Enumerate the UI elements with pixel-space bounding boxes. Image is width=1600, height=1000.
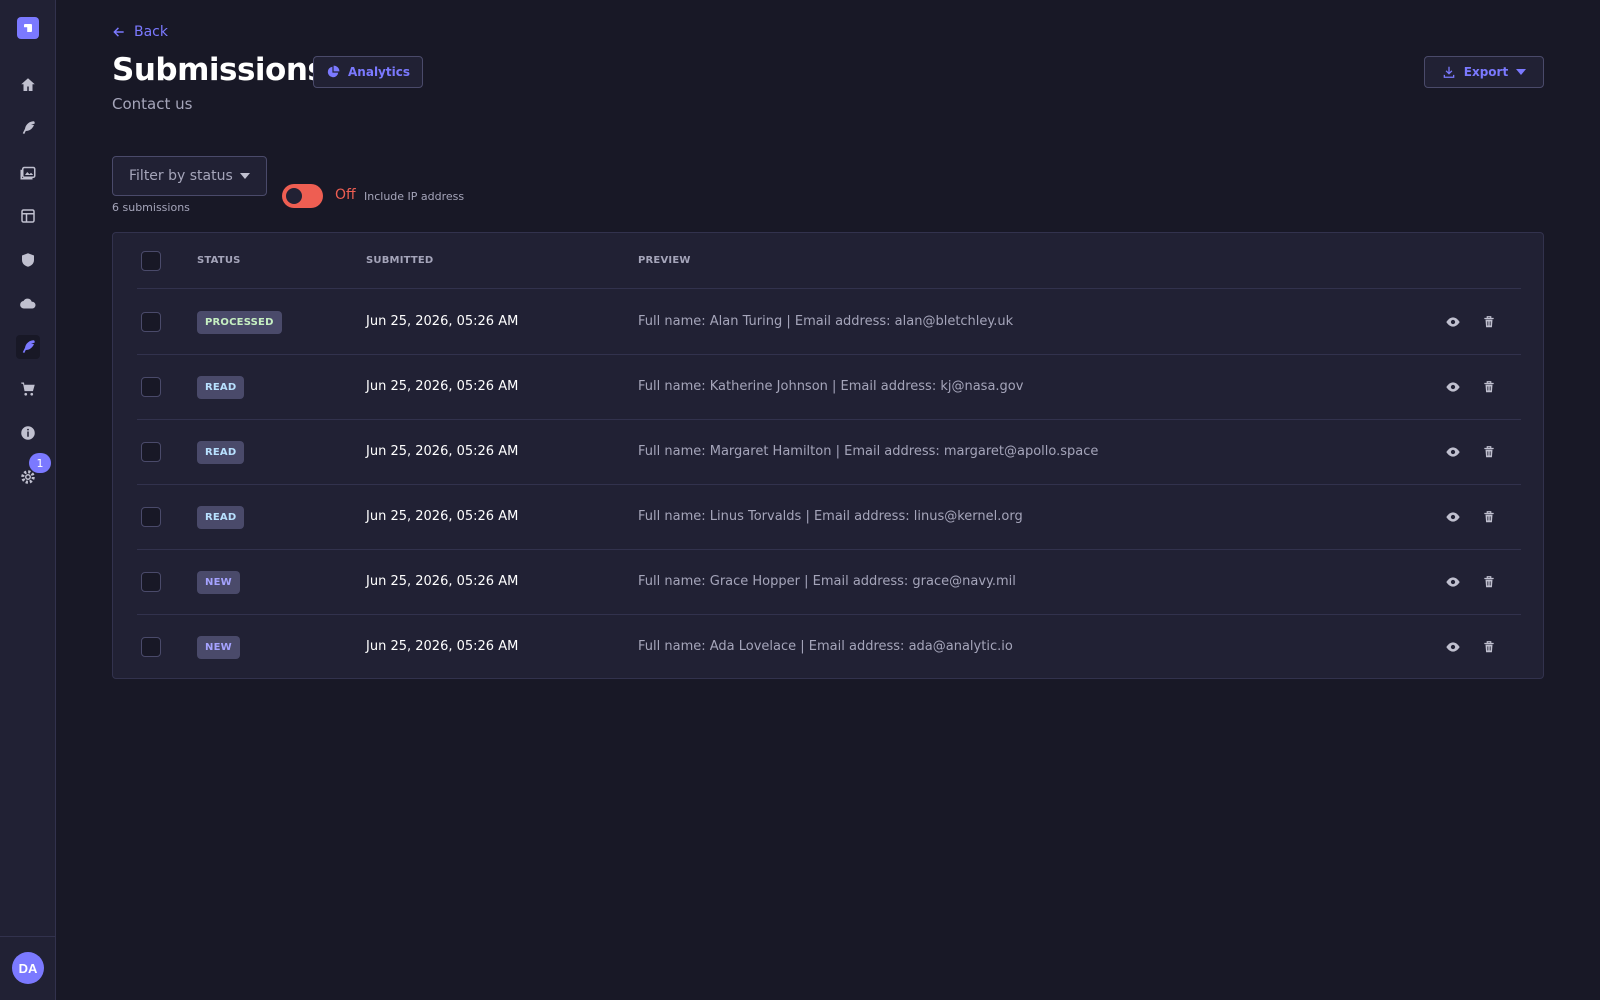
view-icon[interactable] xyxy=(1443,507,1463,527)
table-row[interactable]: READ Jun 25, 2026, 05:26 AM Full name: Lin… xyxy=(137,485,1521,550)
delete-icon[interactable] xyxy=(1479,637,1499,657)
submission-count: 6 submissions xyxy=(112,201,190,214)
submitted-date: Jun 25, 2026, 05:26 AM xyxy=(366,444,519,459)
home-icon[interactable] xyxy=(16,73,40,97)
export-button[interactable]: Export xyxy=(1424,56,1544,88)
sidebar-divider xyxy=(0,936,55,937)
status-badge: NEW xyxy=(197,571,240,594)
shield-icon[interactable] xyxy=(16,248,40,272)
cart-icon[interactable] xyxy=(16,377,40,401)
app-logo[interactable] xyxy=(17,17,39,39)
select-all-checkbox[interactable] xyxy=(141,251,161,271)
view-icon[interactable] xyxy=(1443,637,1463,657)
submission-preview: Full name: Linus Torvalds | Email addres… xyxy=(638,509,1023,524)
page-title: Submissions xyxy=(112,52,326,88)
arrow-left-icon xyxy=(113,27,124,37)
status-badge: NEW xyxy=(197,636,240,659)
view-icon[interactable] xyxy=(1443,377,1463,397)
info-icon[interactable] xyxy=(16,421,40,445)
avatar[interactable]: DA xyxy=(12,952,44,984)
table-header: STATUS SUBMITTED PREVIEW xyxy=(137,233,1521,289)
back-label: Back xyxy=(134,24,168,40)
cloud-icon[interactable] xyxy=(16,292,40,316)
view-icon[interactable] xyxy=(1443,572,1463,592)
main-sidebar: 1 DA xyxy=(0,0,56,1000)
submission-preview: Full name: Ada Lovelace | Email address:… xyxy=(638,639,1013,654)
media-library-icon[interactable] xyxy=(16,160,40,184)
submission-preview: Full name: Grace Hopper | Email address:… xyxy=(638,574,1016,589)
submitted-date: Jun 25, 2026, 05:26 AM xyxy=(366,639,519,654)
notification-badge: 1 xyxy=(29,453,51,473)
status-badge: PROCESSED xyxy=(197,311,282,334)
row-checkbox[interactable] xyxy=(141,572,161,592)
table-row[interactable]: READ Jun 25, 2026, 05:26 AM Full name: Mar… xyxy=(137,420,1521,485)
chevron-down-icon xyxy=(1516,69,1527,75)
export-label: Export xyxy=(1463,65,1509,79)
forms-icon[interactable] xyxy=(16,335,40,359)
submitted-date: Jun 25, 2026, 05:26 AM xyxy=(366,314,519,329)
status-filter-placeholder: Filter by status xyxy=(129,168,233,184)
feather-icon[interactable] xyxy=(16,116,40,140)
status-filter-select[interactable]: Filter by status xyxy=(112,156,267,196)
pie-chart-icon xyxy=(327,65,340,78)
view-icon[interactable] xyxy=(1443,442,1463,462)
submissions-table: STATUS SUBMITTED PREVIEW PROCESSED Jun 25… xyxy=(112,232,1544,679)
column-header-status[interactable]: STATUS xyxy=(197,255,241,266)
page-subtitle: Contact us xyxy=(112,95,193,113)
submitted-date: Jun 25, 2026, 05:26 AM xyxy=(366,574,519,589)
submission-preview: Full name: Margaret Hamilton | Email add… xyxy=(638,444,1099,459)
toggle-description: Include IP address xyxy=(364,190,465,203)
table-row[interactable]: NEW Jun 25, 2026, 05:26 AM Full name: Ada … xyxy=(137,615,1521,680)
download-icon xyxy=(1443,66,1455,78)
submitted-date: Jun 25, 2026, 05:26 AM xyxy=(366,379,519,394)
status-badge: READ xyxy=(197,506,245,529)
delete-icon[interactable] xyxy=(1479,507,1499,527)
row-checkbox[interactable] xyxy=(141,442,161,462)
toggle-state-label: Off xyxy=(335,187,356,203)
row-checkbox[interactable] xyxy=(141,377,161,397)
row-checkbox[interactable] xyxy=(141,507,161,527)
table-row[interactable]: NEW Jun 25, 2026, 05:26 AM Full name: Grac… xyxy=(137,550,1521,615)
status-badge: READ xyxy=(197,376,245,399)
submission-preview: Full name: Katherine Johnson | Email add… xyxy=(638,379,1024,394)
view-icon[interactable] xyxy=(1443,312,1463,332)
row-checkbox[interactable] xyxy=(141,312,161,332)
delete-icon[interactable] xyxy=(1479,572,1499,592)
layout-icon[interactable] xyxy=(16,204,40,228)
submitted-date: Jun 25, 2026, 05:26 AM xyxy=(366,509,519,524)
delete-icon[interactable] xyxy=(1479,442,1499,462)
chevron-down-icon xyxy=(240,173,250,179)
table-row[interactable]: READ Jun 25, 2026, 05:26 AM Full name: Kat… xyxy=(137,355,1521,420)
column-header-submitted[interactable]: SUBMITTED xyxy=(366,255,433,266)
ip-address-toggle[interactable] xyxy=(282,184,323,208)
submission-preview: Full name: Alan Turing | Email address: … xyxy=(638,314,1014,329)
delete-icon[interactable] xyxy=(1479,312,1499,332)
back-link[interactable]: Back xyxy=(112,24,168,40)
delete-icon[interactable] xyxy=(1479,377,1499,397)
column-header-preview: PREVIEW xyxy=(638,255,691,266)
row-checkbox[interactable] xyxy=(141,637,161,657)
analytics-button[interactable]: Analytics xyxy=(313,56,423,88)
analytics-label: Analytics xyxy=(348,65,410,79)
status-badge: READ xyxy=(197,441,245,464)
table-row[interactable]: PROCESSED Jun 25, 2026, 05:26 AM Full name… xyxy=(137,290,1521,355)
